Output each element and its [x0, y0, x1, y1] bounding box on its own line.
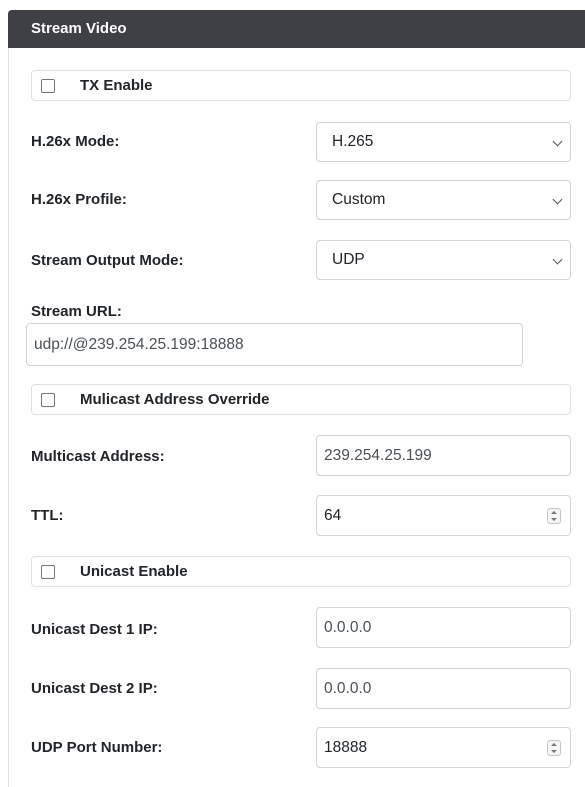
stream-url-label: Stream URL:: [31, 303, 122, 320]
tx-enable-checkbox[interactable]: [41, 78, 55, 93]
number-stepper-icon[interactable]: [547, 740, 561, 756]
multicast-address-value: 239.254.25.199: [324, 447, 432, 464]
stream-video-panel: Stream Video TX Enable H.26x Mode: H.265…: [0, 0, 585, 787]
tx-enable-label: TX Enable: [80, 77, 153, 94]
ttl-input[interactable]: 64: [316, 495, 571, 536]
unicast-dest1-value: 0.0.0.0: [324, 619, 372, 636]
h26x-profile-label: H.26x Profile:: [31, 191, 127, 208]
chevron-down-icon: [552, 194, 563, 205]
multicast-override-checkbox[interactable]: [41, 392, 55, 407]
unicast-dest2-value: 0.0.0.0: [324, 680, 372, 697]
unicast-enable-label: Unicast Enable: [80, 563, 188, 580]
ttl-value: 64: [324, 507, 342, 524]
panel-title: Stream Video: [8, 10, 585, 48]
number-stepper-icon[interactable]: [547, 508, 561, 524]
udp-port-label: UDP Port Number:: [31, 739, 163, 756]
tx-enable-row[interactable]: TX Enable: [31, 70, 571, 101]
multicast-override-row[interactable]: Mulicast Address Override: [31, 384, 571, 415]
h26x-mode-select[interactable]: H.265: [316, 122, 571, 162]
chevron-down-icon: [552, 136, 563, 147]
stream-output-mode-select[interactable]: UDP: [316, 240, 571, 280]
multicast-address-label: Multicast Address:: [31, 448, 165, 465]
chevron-down-icon: [552, 254, 563, 265]
multicast-address-input[interactable]: 239.254.25.199: [316, 435, 571, 476]
unicast-dest2-label: Unicast Dest 2 IP:: [31, 680, 158, 697]
h26x-mode-value: H.265: [332, 133, 374, 150]
unicast-dest2-input[interactable]: 0.0.0.0: [316, 668, 571, 709]
h26x-mode-label: H.26x Mode:: [31, 133, 120, 150]
unicast-enable-checkbox[interactable]: [41, 564, 55, 579]
udp-port-input[interactable]: 18888: [316, 727, 571, 768]
unicast-enable-row[interactable]: Unicast Enable: [31, 556, 571, 587]
stream-output-mode-label: Stream Output Mode:: [31, 252, 184, 269]
stream-output-mode-value: UDP: [332, 251, 365, 268]
h26x-profile-value: Custom: [332, 191, 386, 208]
udp-port-value: 18888: [324, 739, 368, 756]
stream-url-value: udp://@239.254.25.199:18888: [34, 336, 244, 353]
stream-url-input[interactable]: udp://@239.254.25.199:18888: [26, 323, 523, 366]
unicast-dest1-label: Unicast Dest 1 IP:: [31, 621, 158, 638]
h26x-profile-select[interactable]: Custom: [316, 180, 571, 220]
ttl-label: TTL:: [31, 507, 64, 524]
multicast-override-label: Mulicast Address Override: [80, 391, 270, 408]
unicast-dest1-input[interactable]: 0.0.0.0: [316, 607, 571, 648]
panel-left-border: [8, 48, 9, 787]
